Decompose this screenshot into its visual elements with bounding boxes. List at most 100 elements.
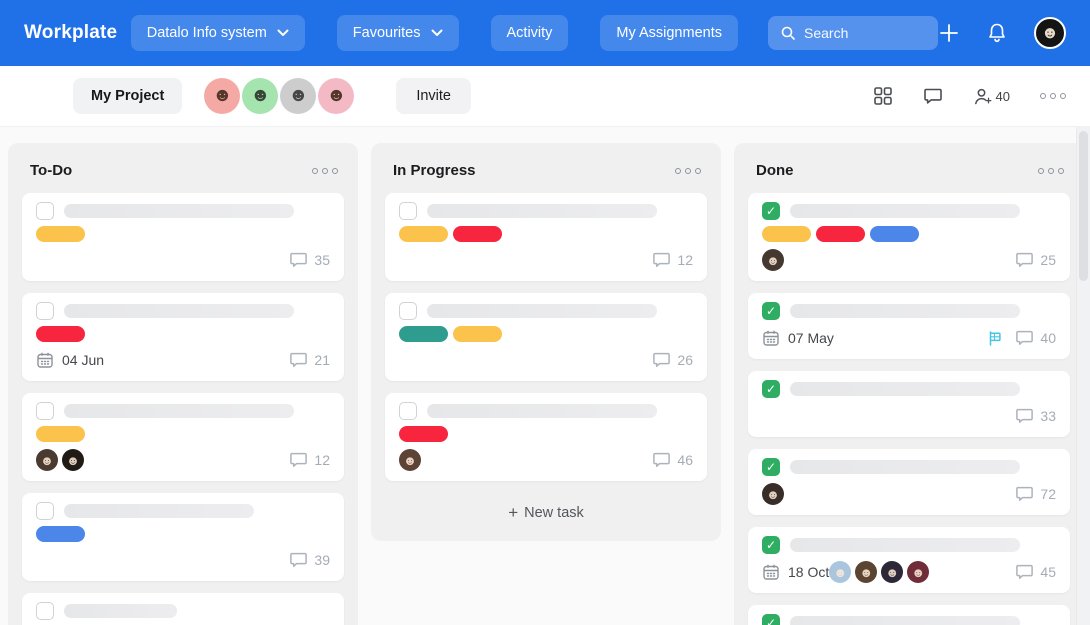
task-card[interactable]: ☻ 46 [385, 393, 707, 481]
board-column: In Progress 12 [371, 143, 721, 541]
plus-icon [938, 22, 960, 44]
notifications-button[interactable] [987, 22, 1007, 44]
member-avatar[interactable]: ☻ [204, 78, 240, 114]
nav-my-assignments-button[interactable]: My Assignments [600, 15, 738, 51]
nav-favourites-dropdown[interactable]: Favourites [337, 15, 459, 51]
task-title-placeholder [790, 538, 1020, 552]
task-card[interactable]: ☻ 25 [748, 193, 1070, 281]
new-task-button[interactable]: + New task [385, 493, 707, 531]
task-card[interactable]: 07 May 40 [748, 293, 1070, 359]
task-checkbox[interactable] [36, 402, 54, 420]
chevron-down-icon [277, 25, 289, 41]
task-card[interactable]: ☻☻ 8 [22, 593, 344, 625]
comment-count-label: 33 [1040, 408, 1056, 424]
column-more-button[interactable] [1038, 164, 1064, 178]
comment-count: 35 [289, 251, 330, 269]
user-avatar[interactable]: ☻ [1034, 17, 1066, 49]
task-title-placeholder [64, 404, 294, 418]
member-avatar[interactable]: ☻ [318, 78, 354, 114]
due-date: 07 May [762, 329, 834, 347]
members-count-button[interactable]: 40 [973, 87, 1010, 106]
comment-count-label: 21 [314, 352, 330, 368]
tag-yellow [762, 226, 811, 242]
assignee-avatar: ☻ [881, 561, 903, 583]
assignee-avatar: ☻ [855, 561, 877, 583]
task-checkbox[interactable] [762, 458, 780, 476]
assignee-avatar: ☻ [36, 449, 58, 471]
task-card[interactable]: 33 [748, 371, 1070, 437]
comment-count: 39 [289, 551, 330, 569]
tag-red [36, 326, 85, 342]
column-more-button[interactable] [312, 164, 338, 178]
task-checkbox[interactable] [399, 402, 417, 420]
task-checkbox[interactable] [762, 202, 780, 220]
task-card[interactable]: 18 Oct ☻☻☻☻ 45 [748, 527, 1070, 593]
vertical-scrollbar[interactable] [1076, 127, 1090, 625]
task-checkbox[interactable] [762, 536, 780, 554]
card-footer: ☻ 46 [399, 449, 693, 471]
assignee-avatar: ☻ [762, 483, 784, 505]
assignee-avatar: ☻ [762, 249, 784, 271]
board-view-button[interactable] [873, 86, 893, 106]
task-checkbox[interactable] [762, 614, 780, 625]
tag-row [399, 326, 693, 342]
comment-count-label: 40 [1040, 330, 1056, 346]
toolbar-more-button[interactable] [1040, 89, 1066, 103]
project-toolbar: My Project ☻☻☻☻ Invite 40 [0, 66, 1090, 127]
assignee-avatars: ☻ [762, 483, 784, 505]
due-date: 18 Oct [762, 563, 829, 581]
task-card[interactable]: 26 [385, 293, 707, 381]
card-list: ☻ 25 07 May [748, 193, 1070, 625]
comment-count-label: 72 [1040, 486, 1056, 502]
task-checkbox[interactable] [399, 202, 417, 220]
comments-button[interactable] [923, 86, 943, 106]
column-title: Done [756, 162, 794, 179]
nav-project-dropdown[interactable]: Datalo Info system [131, 15, 305, 51]
tag-row [399, 426, 693, 442]
task-card[interactable]: 04 Jun 21 [22, 293, 344, 381]
column-header: Done [748, 156, 1070, 193]
comment-count-label: 26 [677, 352, 693, 368]
plus-icon: + [508, 503, 518, 523]
task-checkbox[interactable] [36, 302, 54, 320]
task-card[interactable]: 13 [748, 605, 1070, 625]
task-checkbox[interactable] [399, 302, 417, 320]
comment-icon [1015, 563, 1034, 581]
task-checkbox[interactable] [762, 380, 780, 398]
task-checkbox[interactable] [36, 202, 54, 220]
task-checkbox[interactable] [36, 502, 54, 520]
task-title-placeholder [64, 304, 294, 318]
task-title-placeholder [64, 604, 177, 618]
member-avatar[interactable]: ☻ [280, 78, 316, 114]
board-column: Done ☻ 25 [734, 143, 1084, 625]
column-more-button[interactable] [675, 164, 701, 178]
tag-red [399, 426, 448, 442]
tag-row [36, 526, 330, 542]
member-avatar[interactable]: ☻ [242, 78, 278, 114]
card-list: 35 04 Jun 21 [22, 193, 344, 625]
add-button[interactable] [938, 22, 960, 44]
task-card[interactable]: ☻☻ 12 [22, 393, 344, 481]
task-checkbox[interactable] [762, 302, 780, 320]
my-project-button[interactable]: My Project [73, 78, 182, 114]
card-footer: ☻ 72 [762, 483, 1056, 505]
scrollbar-thumb[interactable] [1079, 131, 1088, 281]
task-card[interactable]: 35 [22, 193, 344, 281]
assignee-avatar: ☻ [62, 449, 84, 471]
task-card[interactable]: 12 [385, 193, 707, 281]
task-title-placeholder [427, 304, 657, 318]
comment-icon [1015, 485, 1034, 503]
nav-activity-button[interactable]: Activity [491, 15, 569, 51]
task-checkbox[interactable] [36, 602, 54, 620]
task-card[interactable]: 39 [22, 493, 344, 581]
task-card[interactable]: ☻ 72 [748, 449, 1070, 515]
card-footer: 26 [399, 349, 693, 371]
comment-icon [289, 551, 308, 569]
tag-yellow [399, 226, 448, 242]
members-count-label: 40 [996, 89, 1010, 104]
tag-row [36, 226, 330, 242]
assignee-avatars: ☻ [399, 449, 421, 471]
tag-red [453, 226, 502, 242]
assignee-avatar: ☻ [907, 561, 929, 583]
invite-button[interactable]: Invite [396, 78, 471, 114]
